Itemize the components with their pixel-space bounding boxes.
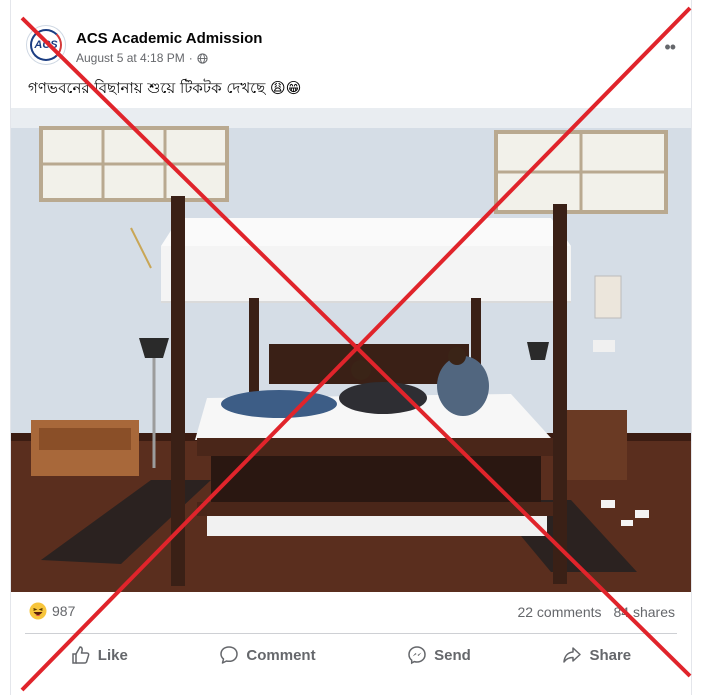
post-caption: গণভবনের বিছানায় শুয়ে টিকটক দেখছে 😩😁 (28, 79, 302, 97)
reaction-count: 987 (52, 603, 76, 619)
shares-count[interactable]: 84 shares (614, 604, 675, 620)
action-divider (25, 633, 677, 634)
post-card: ACS ACS Academic Admission August 5 at 4… (10, 0, 692, 695)
post-timestamp[interactable]: August 5 at 4:18 PM (76, 51, 185, 65)
left-window (39, 126, 229, 202)
reactions-summary[interactable]: 987 (29, 602, 75, 620)
send-label: Send (434, 646, 471, 664)
comment-bubble-icon (220, 646, 239, 664)
engagement-counts: 22 comments 84 shares (517, 604, 675, 620)
globe-icon (197, 52, 208, 64)
post-actions-bar: Like Comment Send Share (25, 637, 677, 673)
send-button[interactable]: Send (393, 639, 485, 671)
page-name-link[interactable]: ACS Academic Admission (76, 30, 262, 47)
messenger-icon (408, 646, 426, 665)
share-arrow-icon (563, 647, 582, 663)
bedroom-photo-illustration (11, 108, 691, 592)
post-photo[interactable] (11, 108, 691, 592)
meta-separator: · (188, 51, 193, 65)
comment-button[interactable]: Comment (205, 639, 329, 671)
share-label: Share (589, 646, 632, 664)
page-avatar[interactable]: ACS (26, 25, 66, 65)
like-label: Like (97, 646, 128, 664)
comments-count[interactable]: 22 comments (517, 604, 601, 620)
right-window (494, 130, 668, 214)
haha-icon (29, 602, 47, 620)
avatar-logo-text: ACS (34, 39, 58, 51)
comment-label: Comment (246, 646, 316, 664)
post-meta: August 5 at 4:18 PM · (76, 51, 208, 65)
thumbs-up-icon (72, 646, 90, 664)
share-button[interactable]: Share (548, 639, 645, 671)
like-button[interactable]: Like (57, 639, 142, 671)
more-options-icon[interactable]: •• (664, 38, 676, 56)
